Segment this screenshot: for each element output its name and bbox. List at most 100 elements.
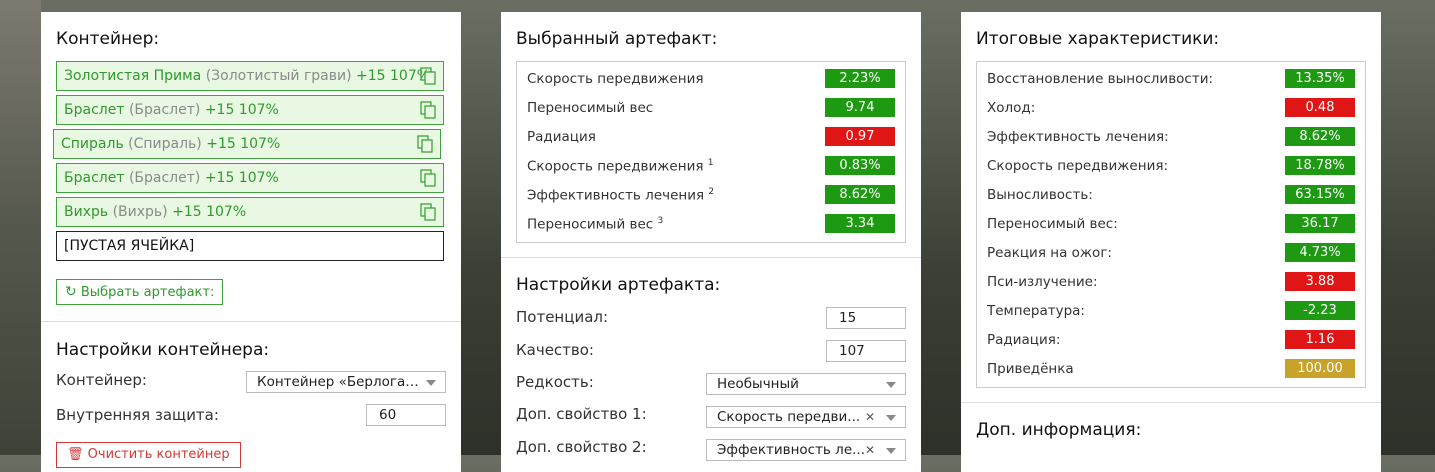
protection-label: Внутренняя защита: xyxy=(56,406,219,424)
artifact-slot[interactable]: Браслет (Браслет) +15 107% xyxy=(56,163,444,193)
stat-value: 2.23% xyxy=(825,69,895,88)
stat-value: 0.48 xyxy=(1285,98,1355,117)
clear-container-button[interactable]: 🗑 Очистить контейнер xyxy=(56,442,241,468)
slot-bonus: +15 107% xyxy=(172,204,247,220)
select-artifact-button[interactable]: ↻ Выбрать артефакт: xyxy=(56,279,224,305)
stat-value: 3.88 xyxy=(1285,272,1355,291)
stat-value: 63.15% xyxy=(1285,185,1355,204)
potential-input[interactable]: 15 xyxy=(826,307,906,329)
stat-name: Выносливость: xyxy=(987,187,1093,203)
copy-icon[interactable] xyxy=(420,101,436,119)
slot-bonus: +15 107% xyxy=(356,68,431,84)
stat-value: 9.74 xyxy=(825,98,895,117)
quality-input[interactable]: 107 xyxy=(826,340,906,362)
stat-row: Переносимый вес: 36.17 xyxy=(977,210,1365,239)
stat-name: Радиация: xyxy=(987,332,1061,348)
clear-icon[interactable]: ✕ xyxy=(865,407,875,427)
artifact-slot[interactable]: Спираль (Спираль) +15 107% xyxy=(53,129,441,159)
stat-row: Восстановление выносливости: 13.35% xyxy=(977,65,1365,94)
copy-icon[interactable] xyxy=(420,169,436,187)
empty-slot-label: [ПУСТАЯ ЯЧЕЙКА] xyxy=(64,238,195,254)
container-label: Контейнер: xyxy=(56,371,147,389)
stat-value: 100.00 xyxy=(1285,359,1355,378)
stat-footnote: 1 xyxy=(707,158,714,168)
extra1-select[interactable]: Скорость передви... ✕ xyxy=(706,406,906,428)
stat-row: Радиация: 1.16 xyxy=(977,326,1365,355)
stat-value: 0.83% xyxy=(825,156,895,175)
totals-title: Итоговые характеристики: xyxy=(976,29,1220,49)
stat-value: 18.78% xyxy=(1285,156,1355,175)
stat-row: Скорость передвижения: 18.78% xyxy=(977,152,1365,181)
empty-slot[interactable]: [ПУСТАЯ ЯЧЕЙКА] xyxy=(56,231,444,261)
stat-name: Приведёнка xyxy=(987,361,1074,377)
quality-label: Качество: xyxy=(516,341,594,359)
artifact-slot[interactable]: Золотистая Прима (Золотистый грави) +15 … xyxy=(56,61,444,91)
stat-row: Холод: 0.48 xyxy=(977,94,1365,123)
artifact-panel: Выбранный артефакт: Скорость передвижени… xyxy=(501,12,921,472)
rarity-label: Редкость: xyxy=(516,373,594,391)
extra2-select[interactable]: Эффективность ле... ✕ xyxy=(706,439,906,461)
stat-footnote: 3 xyxy=(657,216,664,226)
artifact-slot[interactable]: Браслет (Браслет) +15 107% xyxy=(56,95,444,125)
slot-name: Браслет xyxy=(64,170,125,186)
slot-name: Вихрь xyxy=(64,204,109,220)
stat-row: Эффективность лечения: 8.62% xyxy=(977,123,1365,152)
extra-info-title: Доп. информация: xyxy=(976,420,1142,440)
stat-row: Температура: -2.23 xyxy=(977,297,1365,326)
potential-label: Потенциал: xyxy=(516,308,609,326)
stat-value: 1.16 xyxy=(1285,330,1355,349)
chevron-down-icon xyxy=(886,448,896,454)
stat-value: 3.34 xyxy=(825,214,895,233)
stat-name: Реакция на ожог: xyxy=(987,245,1112,261)
slot-original: (Браслет) xyxy=(128,102,201,118)
refresh-icon: ↻ xyxy=(65,284,77,300)
stat-row: Пси-излучение: 3.88 xyxy=(977,268,1365,297)
stat-row: Переносимый вес 3 3.34 xyxy=(517,210,905,239)
chevron-down-icon xyxy=(426,380,436,386)
stat-row: Реакция на ожог: 4.73% xyxy=(977,239,1365,268)
stat-name: Скорость передвижения xyxy=(527,71,704,87)
container-panel: Контейнер: Золотистая Прима (Золотистый … xyxy=(41,12,461,472)
stat-name: Холод: xyxy=(987,100,1036,116)
container-settings-title: Настройки контейнера: xyxy=(56,340,270,360)
copy-icon[interactable] xyxy=(417,135,433,153)
totals-panel: Итоговые характеристики: Восстановление … xyxy=(961,12,1381,472)
stat-name: Эффективность лечения 2 xyxy=(527,187,715,204)
slot-bonus: +15 107% xyxy=(206,136,281,152)
stat-row: Скорость передвижения 2.23% xyxy=(517,65,905,94)
copy-icon[interactable] xyxy=(420,203,436,221)
stat-value: 8.62% xyxy=(1285,127,1355,146)
slot-original: (Вихрь) xyxy=(112,204,168,220)
protection-input[interactable]: 60 xyxy=(366,404,446,426)
stat-value: 4.73% xyxy=(1285,243,1355,262)
rarity-select[interactable]: Необычный xyxy=(706,373,906,395)
container-title: Контейнер: xyxy=(56,29,160,49)
stat-name: Переносимый вес 3 xyxy=(527,216,664,233)
stat-row: Эффективность лечения 2 8.62% xyxy=(517,181,905,210)
stat-row: Скорость передвижения 1 0.83% xyxy=(517,152,905,181)
stat-name: Пси-излучение: xyxy=(987,274,1098,290)
stat-value: 36.17 xyxy=(1285,214,1355,233)
artifact-settings-title: Настройки артефакта: xyxy=(516,275,721,295)
stat-name: Радиация xyxy=(527,129,596,145)
stat-value: 13.35% xyxy=(1285,69,1355,88)
stat-value: -2.23 xyxy=(1285,301,1355,320)
slot-original: (Спираль) xyxy=(128,136,202,152)
totals-stats: Восстановление выносливости: 13.35% Холод:… xyxy=(976,61,1366,388)
stat-row: Радиация 0.97 xyxy=(517,123,905,152)
slot-bonus: +15 107% xyxy=(204,170,279,186)
container-select[interactable]: Контейнер «Берлога… xyxy=(246,371,446,393)
stat-name: Скорость передвижения 1 xyxy=(527,158,714,175)
artifact-slot[interactable]: Вихрь (Вихрь) +15 107% xyxy=(56,197,444,227)
stat-name: Восстановление выносливости: xyxy=(987,71,1214,87)
stat-value: 8.62% xyxy=(825,185,895,204)
stat-name: Переносимый вес xyxy=(527,100,654,116)
chevron-down-icon xyxy=(886,415,896,421)
copy-icon[interactable] xyxy=(420,67,436,85)
stat-value: 0.97 xyxy=(825,127,895,146)
clear-icon[interactable]: ✕ xyxy=(865,440,875,460)
background xyxy=(0,0,41,455)
slot-name: Браслет xyxy=(64,102,125,118)
selected-artifact-stats: Скорость передвижения 2.23% Переносимый ве… xyxy=(516,61,906,243)
slot-name: Спираль xyxy=(61,136,124,152)
